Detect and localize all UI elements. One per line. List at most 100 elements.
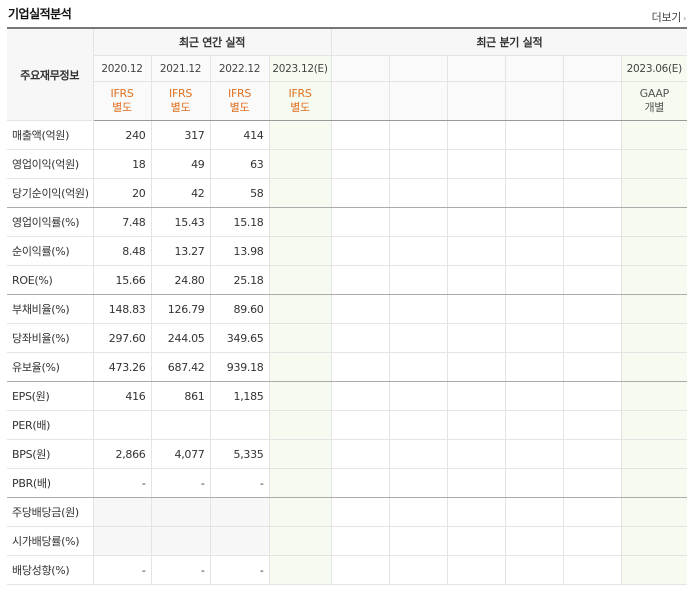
data-cell (563, 265, 622, 295)
data-cell (505, 439, 564, 469)
data-cell (621, 236, 688, 266)
data-cell (330, 352, 390, 382)
annual-accounting-4: IFRS 별도 (269, 81, 332, 121)
data-cell (269, 352, 332, 382)
data-cell (447, 207, 506, 237)
data-cell (447, 236, 506, 266)
quarter-period-6: 2023.06(E) (621, 55, 688, 82)
data-cell (563, 555, 622, 585)
data-cell: 416 (93, 381, 152, 411)
data-cell (621, 149, 688, 179)
data-cell: 349.65 (210, 323, 270, 353)
data-cell (563, 178, 622, 208)
data-cell (389, 323, 448, 353)
data-cell (505, 468, 564, 498)
data-cell (269, 236, 332, 266)
table-row: 매출액(억원) 240 317 414 (7, 120, 688, 150)
data-cell (330, 555, 390, 585)
data-cell (621, 497, 688, 527)
data-cell (447, 439, 506, 469)
data-cell (447, 149, 506, 179)
data-cell: 126.79 (151, 294, 211, 324)
data-cell (563, 236, 622, 266)
data-cell: 861 (151, 381, 211, 411)
quarter-period-5 (563, 55, 622, 82)
table-row: 당기순이익(억원) 20 42 58 (7, 178, 688, 208)
data-cell (93, 410, 152, 440)
table-row: 시가배당률(%) (7, 526, 688, 556)
data-cell (210, 526, 270, 556)
data-cell (330, 236, 390, 266)
consolidation-scope: 별도 (229, 101, 250, 114)
row-label: 순이익률(%) (7, 236, 94, 266)
data-cell: 15.18 (210, 207, 270, 237)
row-label: 당기순이익(억원) (7, 178, 94, 208)
data-cell (563, 352, 622, 382)
annual-period-2: 2021.12 (151, 55, 211, 82)
data-cell (563, 410, 622, 440)
table-row: 당좌비율(%) 297.60 244.05 349.65 (7, 323, 688, 353)
data-cell: 1,185 (210, 381, 270, 411)
quarter-period-3 (447, 55, 506, 82)
data-cell (621, 323, 688, 353)
row-label: ROE(%) (7, 265, 94, 295)
data-cell (447, 526, 506, 556)
row-label: EPS(원) (7, 381, 94, 411)
data-cell: 939.18 (210, 352, 270, 382)
data-cell (447, 265, 506, 295)
data-cell (505, 294, 564, 324)
data-cell (447, 381, 506, 411)
data-cell: 24.80 (151, 265, 211, 295)
quarter-period-2 (389, 55, 448, 82)
data-cell (389, 294, 448, 324)
data-cell: 15.43 (151, 207, 211, 237)
data-cell (330, 265, 390, 295)
data-cell (269, 120, 332, 150)
data-cell (93, 526, 152, 556)
more-link[interactable]: 더보기 › (652, 9, 687, 25)
data-cell (330, 294, 390, 324)
data-cell (269, 381, 332, 411)
data-cell: 25.18 (210, 265, 270, 295)
table-row: EPS(원) 416 861 1,185 (7, 381, 688, 411)
annual-accounting-3: IFRS 별도 (210, 81, 270, 121)
data-cell: 4,077 (151, 439, 211, 469)
chevron-right-icon: › (683, 14, 686, 23)
data-cell: - (93, 468, 152, 498)
data-cell (621, 468, 688, 498)
data-cell (330, 149, 390, 179)
data-cell: 244.05 (151, 323, 211, 353)
data-cell: - (151, 468, 211, 498)
data-cell (563, 120, 622, 150)
data-cell (269, 439, 332, 469)
data-cell (621, 526, 688, 556)
data-cell: - (210, 555, 270, 585)
table-row: 영업이익률(%) 7.48 15.43 15.18 (7, 207, 688, 237)
consolidation-scope: 별도 (112, 101, 132, 114)
annual-period-1: 2020.12 (93, 55, 152, 82)
row-label: PBR(배) (7, 468, 94, 498)
data-cell (269, 178, 332, 208)
data-cell (269, 323, 332, 353)
data-cell: 13.27 (151, 236, 211, 266)
data-cell: 49 (151, 149, 211, 179)
data-cell (269, 555, 332, 585)
data-cell (505, 497, 564, 527)
quarter-accounting-5 (563, 81, 622, 121)
data-cell (330, 410, 390, 440)
data-cell: 89.60 (210, 294, 270, 324)
data-cell (621, 555, 688, 585)
more-label[interactable]: 더보기 (652, 11, 682, 24)
row-label: 부채비율(%) (7, 294, 94, 324)
data-cell (505, 555, 564, 585)
data-cell (210, 497, 270, 527)
data-cell (389, 236, 448, 266)
row-label: 시가배당률(%) (7, 526, 94, 556)
data-cell (563, 149, 622, 179)
data-cell (505, 352, 564, 382)
data-cell (447, 352, 506, 382)
data-cell (269, 410, 332, 440)
accounting-standard: IFRS (169, 87, 192, 100)
data-cell (210, 410, 270, 440)
row-label: 당좌비율(%) (7, 323, 94, 353)
